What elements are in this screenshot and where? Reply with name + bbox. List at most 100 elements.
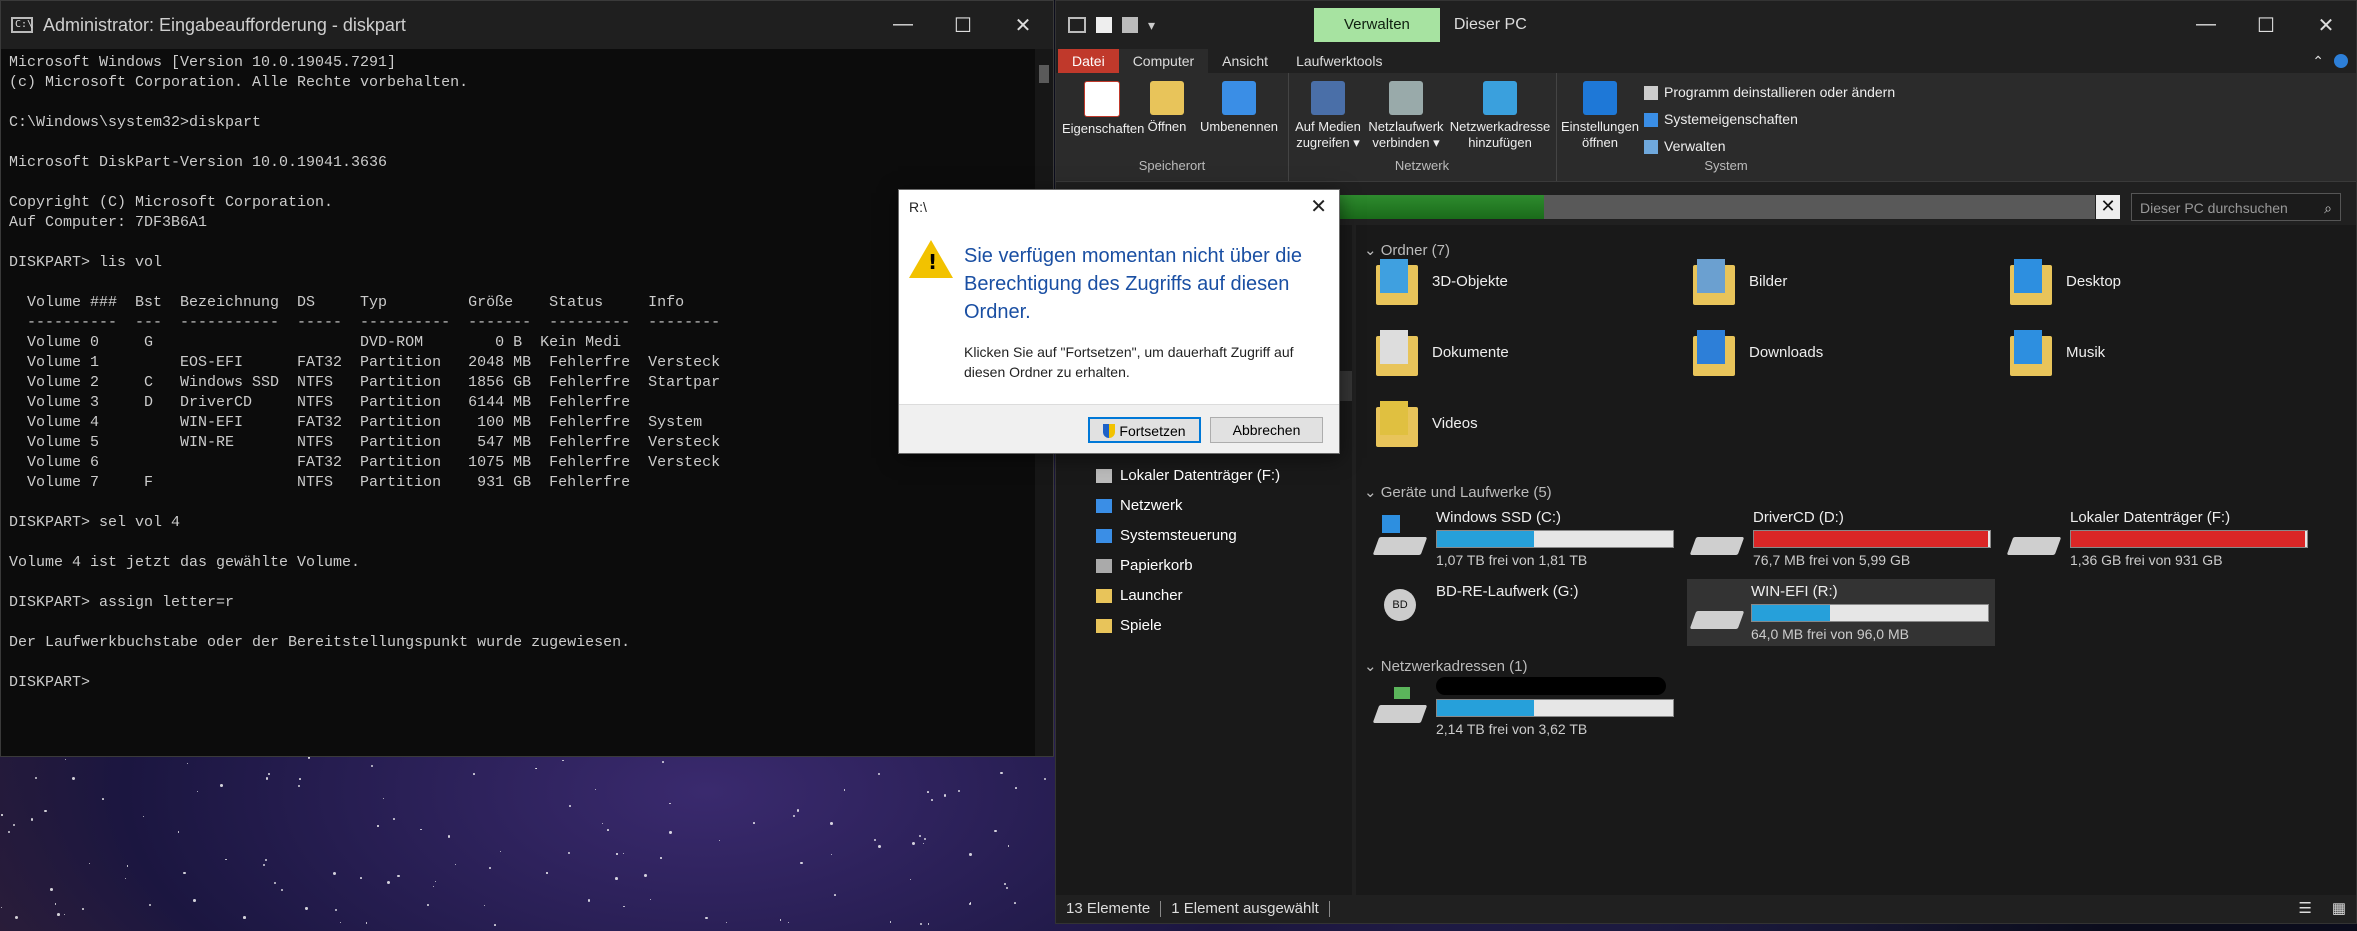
folder-item[interactable]: Desktop [2010,255,2121,307]
nav-item-icon [1096,619,1112,633]
nav-item[interactable]: Spiele [1056,611,1352,641]
manage-link[interactable]: Verwalten [1644,133,1895,160]
details-view-icon[interactable]: ☰ [2288,901,2321,917]
free-space-label: 2,14 TB frei von 3,62 TB [1436,721,1674,737]
maximize-icon[interactable]: ☐ [933,13,993,38]
open-button[interactable]: Öffnen [1144,81,1190,135]
folder-icon [1376,397,1418,449]
address-bar-progress[interactable] [1339,195,2095,219]
folder-item[interactable]: 3D-Objekte [1376,255,1508,307]
nav-item[interactable]: Systemsteuerung [1056,521,1352,551]
nav-item[interactable]: Netzwerk [1056,491,1352,521]
folder-label: Dokumente [1432,344,1509,361]
explorer-app-icon [1068,17,1086,33]
help-icon[interactable] [2334,54,2348,68]
tab-datei[interactable]: Datei [1058,49,1119,73]
stop-icon[interactable]: ✕ [2096,195,2120,219]
selected-count: 1 Element ausgewählt [1161,901,1330,917]
nav-item-label: Launcher [1120,581,1183,611]
uninstall-program-link[interactable]: Programm deinstallieren oder ändern [1644,79,1895,106]
folder-label: Desktop [2066,273,2121,290]
ribbon-group-system: Einstellungen öffnen Programm deinstallie… [1556,73,1896,181]
drive-item[interactable]: WIN-EFI (R:) 64,0 MB frei von 96,0 MB [1687,579,1995,646]
folder-item[interactable]: Dokumente [1376,326,1509,378]
tab-ansicht[interactable]: Ansicht [1208,49,1282,73]
content-pane[interactable]: ⌄ Ordner (7) 3D-Objekte Bilder Desktop Doku… [1356,225,2356,895]
media-access-button[interactable]: Auf Medien zugreifen ▾ [1294,81,1362,151]
close-icon[interactable]: ✕ [2296,13,2356,38]
folder-label: Downloads [1749,344,1823,361]
free-space-label: 76,7 MB frei von 5,99 GB [1753,552,1991,568]
dialog-titlebar[interactable]: R:\ ✕ [899,190,1339,224]
section-network[interactable]: ⌄ Netzwerkadressen (1) [1364,657,1527,675]
drive-item[interactable]: Lokaler Datenträger (F:) 1,36 GB frei von… [2010,509,2308,568]
cancel-button[interactable]: Abbrechen [1210,417,1323,443]
minimize-icon[interactable]: — [2176,13,2236,38]
cmd-icon: C:\ [11,17,33,33]
rename-button[interactable]: Umbenennen [1198,81,1280,135]
open-settings-button[interactable]: Einstellungen öffnen [1560,81,1640,151]
add-network-location-button[interactable]: Netzwerkadresse hinzufügen [1448,81,1552,151]
dialog-content-text: Klicken Sie auf "Fortsetzen", um dauerha… [964,342,1324,382]
section-drives[interactable]: ⌄ Geräte und Laufwerke (5) [1364,483,1552,501]
access-denied-dialog[interactable]: R:\ ✕ ! Sie verfügen momentan nicht über… [898,189,1340,454]
drive-item[interactable]: DriverCD (D:) 76,7 MB frei von 5,99 GB [1693,509,1991,568]
group-label-system: System [1556,158,1896,173]
cmd-title: Administrator: Eingabeaufforderung - dis… [43,15,406,36]
search-input[interactable]: Dieser PC durchsuchen ⌕ [2131,193,2341,221]
ribbon: Eigenschaften Öffnen Umbenennen Speicher… [1056,73,2356,182]
nav-item-icon [1096,469,1112,483]
nav-item[interactable]: Papierkorb [1056,551,1352,581]
continue-button[interactable]: Fortsetzen [1088,417,1201,443]
properties-icon [1084,81,1120,117]
folder-icon [2010,255,2052,307]
nav-item[interactable]: Lokaler Datenträger (F:) [1056,461,1352,491]
free-space-label: 1,07 TB frei von 1,81 TB [1436,552,1674,568]
status-bar: 13 Elemente 1 Element ausgewählt ☰ ▦ [1056,895,2356,923]
folder-icon [1693,326,1735,378]
group-label-location: Speicherort [1056,158,1288,173]
map-network-drive-button[interactable]: Netzlaufwerk verbinden ▾ [1366,81,1446,151]
new-folder-quick-icon[interactable] [1122,17,1138,33]
tab-computer[interactable]: Computer [1119,49,1208,73]
gear-icon [1583,81,1617,115]
minimize-icon[interactable]: — [873,13,933,38]
bd-disc-icon: BD [1376,589,1424,629]
tab-verwalten[interactable]: Verwalten [1314,8,1440,42]
drive-label: WIN-EFI (R:) [1751,583,1989,600]
cmd-window[interactable]: C:\ Administrator: Eingabeaufforderung -… [0,0,1054,757]
hard-drive-icon [1376,515,1424,555]
explorer-window[interactable]: ▾ Verwalten Dieser PC — ☐ ✕ Datei Comput… [1055,0,2357,924]
storage-bar [1753,530,1991,548]
system-properties-link[interactable]: Systemeigenschaften [1644,106,1895,133]
close-icon[interactable]: ✕ [1310,190,1327,224]
cmd-titlebar[interactable]: C:\ Administrator: Eingabeaufforderung -… [1,1,1053,49]
item-count: 13 Elemente [1056,901,1161,917]
chevron-up-icon[interactable]: ⌃ [2312,53,2324,70]
cmd-console-output[interactable]: Microsoft Windows [Version 10.0.19045.72… [9,53,1031,756]
folder-item[interactable]: Musik [2010,326,2105,378]
warning-icon: ! [909,240,953,278]
nav-item[interactable]: Launcher [1056,581,1352,611]
network-location-item[interactable]: 2,14 TB frei von 3,62 TB [1376,677,1674,737]
properties-button[interactable]: Eigenschaften [1062,81,1142,137]
maximize-icon[interactable]: ☐ [2236,13,2296,38]
folder-icon [2010,326,2052,378]
hard-drive-icon [1693,589,1739,629]
properties-quick-icon[interactable] [1096,17,1112,33]
nav-item-icon [1096,529,1112,543]
explorer-titlebar[interactable]: ▾ Verwalten Dieser PC — ☐ ✕ [1056,1,2356,49]
storage-bar [1751,604,1989,622]
close-icon[interactable]: ✕ [993,13,1053,38]
tab-laufwerktools[interactable]: Laufwerktools [1282,49,1396,73]
system-icon [1644,113,1658,127]
folder-item[interactable]: Videos [1376,397,1478,449]
ribbon-group-location: Eigenschaften Öffnen Umbenennen Speicher… [1056,73,1289,181]
drive-item[interactable]: BD BD-RE-Laufwerk (G:) [1376,583,1579,629]
search-icon: ⌕ [2324,194,2332,222]
tiles-view-icon[interactable]: ▦ [2322,901,2356,917]
folder-item[interactable]: Downloads [1693,326,1823,378]
chevron-down-icon[interactable]: ▾ [1148,17,1164,33]
drive-item[interactable]: Windows SSD (C:) 1,07 TB frei von 1,81 TB [1376,509,1674,568]
folder-item[interactable]: Bilder [1693,255,1787,307]
